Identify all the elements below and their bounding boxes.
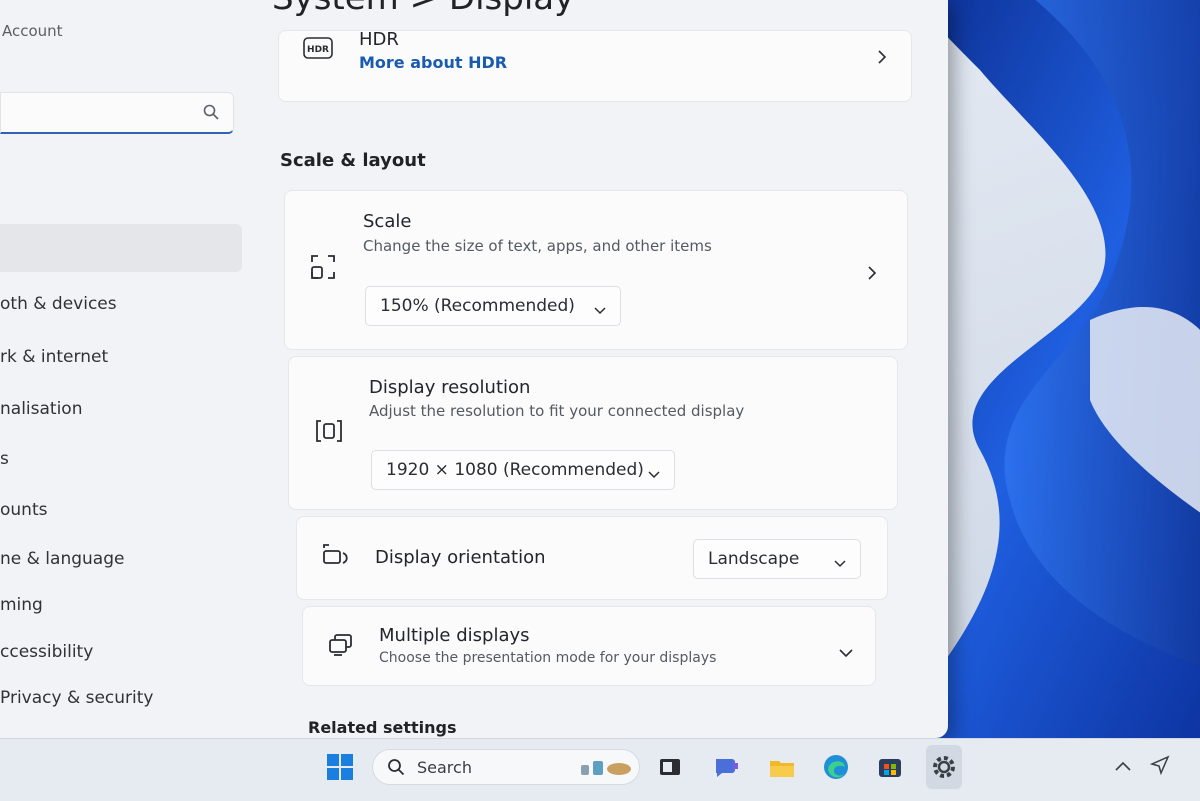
- sidebar-item-system[interactable]: [0, 224, 242, 272]
- sidebar-item-accessibility[interactable]: ccessibility: [0, 642, 93, 662]
- scale-value: 150% (Recommended): [380, 296, 575, 316]
- sidebar-item-bluetooth-devices[interactable]: oth & devices: [0, 294, 117, 314]
- orientation-dropdown[interactable]: Landscape: [693, 539, 861, 579]
- orientation-icon: [321, 543, 351, 571]
- task-view-icon[interactable]: [656, 753, 684, 781]
- scale-title: Scale: [363, 211, 412, 232]
- chevron-right-icon: [877, 49, 887, 69]
- sidebar-item-apps[interactable]: s: [0, 449, 9, 469]
- chevron-down-icon[interactable]: [839, 643, 853, 662]
- settings-search-input[interactable]: [0, 92, 234, 134]
- sidebar-item-personalisation[interactable]: nalisation: [0, 399, 82, 419]
- chevron-right-icon[interactable]: [867, 265, 877, 285]
- store-icon[interactable]: [876, 753, 904, 781]
- taskbar-search-label: Search: [417, 758, 472, 777]
- taskbar-search-box[interactable]: Search: [372, 749, 640, 785]
- search-icon: [203, 104, 219, 124]
- sidebar-item-network-internet[interactable]: rk & internet: [0, 347, 108, 367]
- chevron-up-icon[interactable]: [1114, 757, 1142, 785]
- file-explorer-icon[interactable]: [768, 753, 796, 781]
- edge-icon[interactable]: [822, 753, 850, 781]
- multiple-displays-card[interactable]: Multiple displays Choose the presentatio…: [302, 606, 876, 686]
- resolution-value: 1920 × 1080 (Recommended): [386, 460, 644, 480]
- send-icon[interactable]: [1149, 755, 1178, 783]
- multiple-displays-icon: [327, 633, 355, 661]
- orientation-title: Display orientation: [375, 547, 546, 568]
- related-settings-heading: Related settings: [308, 718, 457, 737]
- orientation-card: Display orientation Landscape: [296, 516, 888, 600]
- chat-icon[interactable]: [712, 753, 740, 781]
- svg-text:HDR: HDR: [307, 45, 329, 55]
- page-title: System > Display: [272, 0, 574, 18]
- chevron-down-icon: [834, 553, 846, 573]
- hdr-title: HDR: [359, 29, 399, 50]
- more-about-hdr-link[interactable]: More about HDR: [359, 53, 507, 72]
- scale-icon: [309, 253, 337, 285]
- sidebar-item-privacy-security[interactable]: Privacy & security: [0, 688, 154, 708]
- hdr-card[interactable]: HDR HDR More about HDR: [278, 29, 912, 102]
- windows-start-icon[interactable]: [326, 753, 354, 781]
- taskbar: Search: [0, 738, 1200, 801]
- sidebar-item-time-language[interactable]: ne & language: [0, 549, 124, 569]
- multiple-displays-subtitle: Choose the presentation mode for your di…: [379, 650, 717, 666]
- scale-subtitle: Change the size of text, apps, and other…: [363, 237, 712, 255]
- account-label: Account: [2, 22, 63, 40]
- chevron-down-icon: [648, 464, 660, 484]
- sidebar-item-accounts[interactable]: ounts: [0, 500, 47, 520]
- resolution-card: Display resolution Adjust the resolution…: [288, 356, 898, 510]
- resolution-dropdown[interactable]: 1920 × 1080 (Recommended): [371, 450, 675, 490]
- resolution-subtitle: Adjust the resolution to fit your connec…: [369, 402, 745, 420]
- resolution-icon: [315, 419, 343, 447]
- sidebar-item-gaming[interactable]: ming: [0, 595, 43, 615]
- section-heading-scale-layout: Scale & layout: [280, 150, 426, 171]
- multiple-displays-title: Multiple displays: [379, 625, 530, 646]
- resolution-title: Display resolution: [369, 377, 531, 398]
- sidebar: Account oth & devices rk & internet nali…: [0, 0, 260, 738]
- settings-icon[interactable]: [930, 753, 958, 781]
- scale-dropdown[interactable]: 150% (Recommended): [365, 286, 621, 326]
- scale-card[interactable]: Scale Change the size of text, apps, and…: [284, 190, 908, 350]
- hdr-icon: HDR: [303, 37, 333, 63]
- search-highlight-icon: [579, 757, 635, 783]
- chevron-down-icon: [594, 300, 606, 320]
- search-icon: [387, 758, 405, 780]
- orientation-value: Landscape: [708, 549, 800, 569]
- settings-window: Account oth & devices rk & internet nali…: [0, 0, 948, 738]
